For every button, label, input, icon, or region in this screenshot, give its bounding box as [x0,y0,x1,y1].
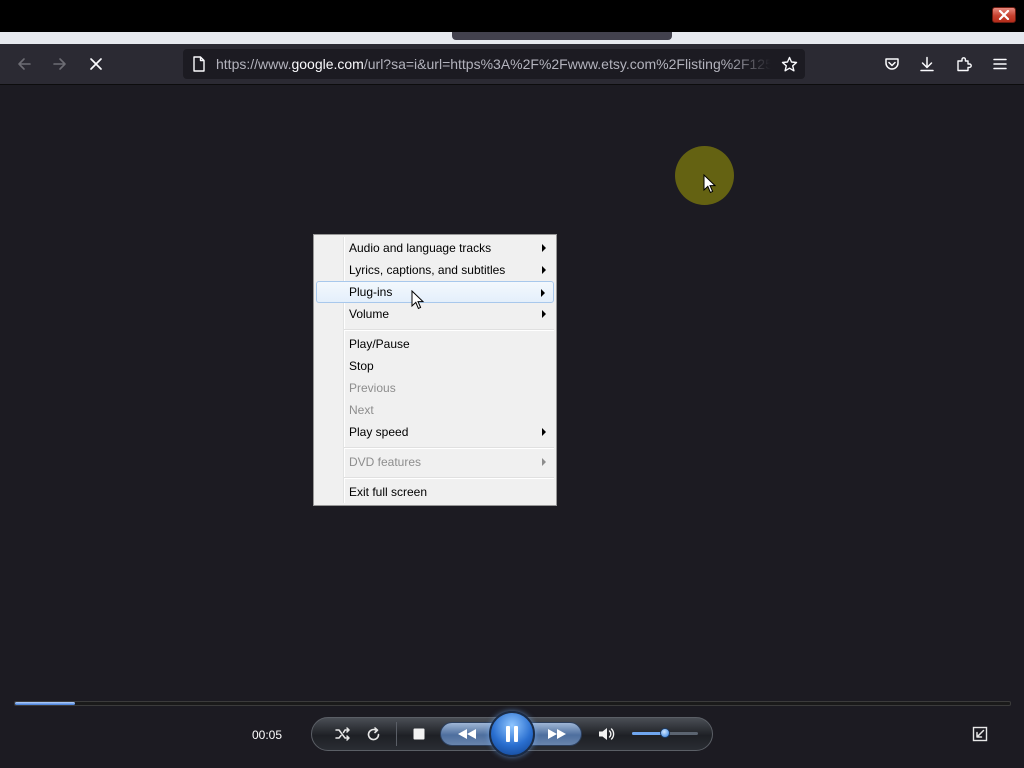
menu-item-label: Play speed [349,425,409,439]
url-prefix: https://www. [216,56,292,72]
bookmark-button[interactable] [779,54,799,74]
menu-item-dvd-features: DVD features [316,451,554,473]
menu-separator [344,329,554,331]
menu-item-label: Exit full screen [349,485,428,499]
stop-loading-icon [90,58,102,70]
url-host: google.com [291,56,364,72]
submenu-arrow-icon [542,244,546,252]
forward-button[interactable] [46,50,74,78]
menu-item-stop[interactable]: Stop [316,355,554,377]
shuffle-icon [335,727,350,741]
menu-item-label: Volume [349,307,390,321]
fast-forward-icon [548,729,566,739]
volume-slider[interactable] [632,728,698,738]
menu-item-play-speed[interactable]: Play speed [316,421,554,443]
menu-item-previous: Previous [316,377,554,399]
menu-separator [344,447,554,449]
shuffle-button[interactable] [333,724,353,744]
download-icon [920,56,934,72]
pocket-icon [885,58,899,70]
menu-icon [993,58,1007,70]
menu-item-label: Play/Pause [349,337,410,351]
cursor-highlight [675,146,734,205]
window-top-strip [0,0,1024,32]
submenu-arrow-icon [542,310,546,318]
toggle-fullscreen-button[interactable] [972,726,988,742]
restore-window-icon [972,726,988,742]
menu-item-label: Lyrics, captions, and subtitles [349,263,506,277]
volume-slider-thumb[interactable] [660,728,670,738]
stop-button[interactable] [409,724,429,744]
menu-separator [344,477,554,479]
close-icon [998,10,1010,20]
pause-icon [506,726,518,742]
menu-item-exit-full-screen[interactable]: Exit full screen [316,481,554,503]
control-divider [396,722,397,746]
url-path: /url?sa=i&url=https%3A%2F%2Fwww.etsy.com… [363,56,771,72]
extensions-button[interactable] [950,50,978,78]
submenu-arrow-icon [542,458,546,466]
window-close-button[interactable] [992,7,1016,23]
submenu-arrow-icon [542,428,546,436]
menu-item-label: Next [349,403,374,417]
mute-button[interactable] [596,723,618,745]
menu-item-audio-language-tracks[interactable]: Audio and language tracks [316,237,554,259]
submenu-arrow-icon [541,289,545,297]
menu-item-label: Stop [349,359,374,373]
forward-arrow-icon [53,58,66,70]
submenu-arrow-icon [542,266,546,274]
menu-item-label: Audio and language tracks [349,241,492,255]
page-icon [193,56,205,72]
url-text[interactable]: https://www.google.com/url?sa=i&url=http… [216,55,771,73]
menu-item-next: Next [316,399,554,421]
seek-bar[interactable] [14,701,1011,706]
app-menu-button[interactable] [986,50,1014,78]
back-button[interactable] [10,50,38,78]
seek-bar-progress [15,702,75,705]
address-bar[interactable]: https://www.google.com/url?sa=i&url=http… [183,49,805,79]
player-context-menu: Audio and language tracks Lyrics, captio… [313,234,557,506]
browser-toolbar: https://www.google.com/url?sa=i&url=http… [0,44,1024,85]
bookmark-star-icon [781,56,797,71]
play-pause-button[interactable] [489,711,535,757]
pocket-button[interactable] [878,50,906,78]
menu-item-plug-ins[interactable]: Plug-ins [316,281,554,303]
speaker-icon [599,728,615,740]
menu-item-volume[interactable]: Volume [316,303,554,325]
stop-icon [413,728,425,740]
fast-forward-button[interactable] [539,725,575,743]
extensions-icon [957,57,972,72]
rewind-button[interactable] [449,725,485,743]
mouse-pointer-icon [411,290,425,310]
elapsed-time: 00:05 [252,728,283,742]
rewind-icon [458,729,476,739]
back-arrow-icon [18,58,31,70]
menu-item-label: DVD features [349,455,422,469]
fullscreen-tab-handle[interactable] [452,32,672,40]
menu-item-play-pause[interactable]: Play/Pause [316,333,554,355]
stop-loading-button[interactable] [82,50,110,78]
mouse-pointer-icon [703,174,717,194]
downloads-button[interactable] [913,50,941,78]
repeat-button[interactable] [363,724,383,744]
menu-item-lyrics-captions-subtitles[interactable]: Lyrics, captions, and subtitles [316,259,554,281]
menu-item-label: Plug-ins [349,285,393,299]
menu-item-label: Previous [349,381,396,395]
repeat-icon [367,726,379,740]
